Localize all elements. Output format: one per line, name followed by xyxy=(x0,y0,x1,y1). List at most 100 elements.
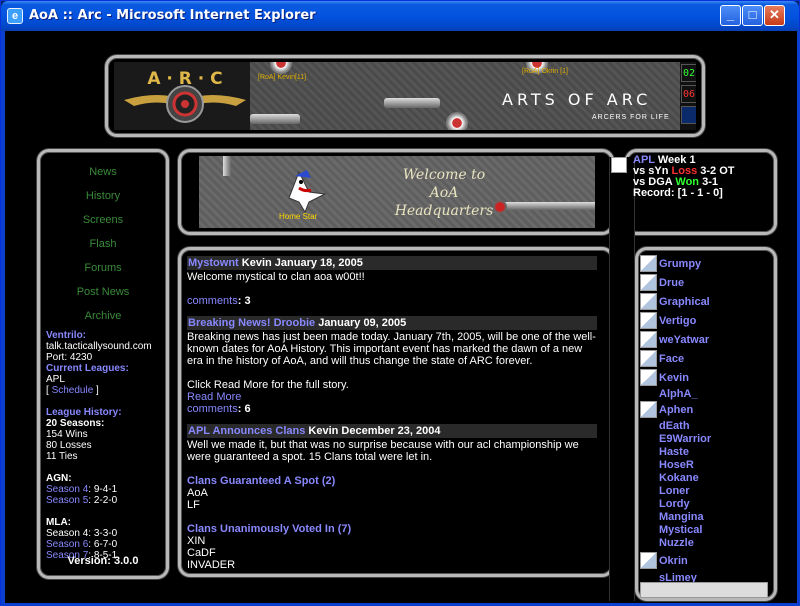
agn-season-5-link[interactable]: Season 5 xyxy=(46,495,88,506)
disc-decoration xyxy=(270,62,292,74)
current-leagues-label: Current Leagues: xyxy=(46,363,129,374)
avatar xyxy=(640,350,657,367)
nav-screens[interactable]: Screens xyxy=(40,214,166,226)
news-item: APL Announces Clans Kevin December 23, 2… xyxy=(187,424,597,571)
news-text: Well we made it, but that was no surpris… xyxy=(187,439,579,463)
schedule-link[interactable]: Schedule xyxy=(52,385,94,396)
mla-label: MLA: xyxy=(46,517,71,528)
agn-season-5: Season 5: 2-2-0 xyxy=(46,495,166,506)
member-okrin[interactable]: Okrin xyxy=(640,551,770,570)
member-mystical[interactable]: Mystical xyxy=(640,523,770,536)
member-nuzzle[interactable]: Nuzzle xyxy=(640,536,770,549)
nav-forums[interactable]: Forums xyxy=(40,262,166,274)
member-vertigo[interactable]: Vertigo xyxy=(640,311,770,330)
season-record: Record: [1 - 1 - 0] xyxy=(633,187,723,199)
news-panel: Mystownt Kevin January 18, 2005 Welcome … xyxy=(178,247,614,577)
member-name: HoseR xyxy=(659,458,694,471)
comments-link[interactable]: comments xyxy=(187,403,238,415)
news-title[interactable]: Breaking News! Droobie xyxy=(188,317,315,329)
clan-list-item: AoA xyxy=(187,487,208,499)
member-name: Nuzzle xyxy=(659,536,694,549)
member-name: E9Warrior xyxy=(659,432,712,445)
nav-archive[interactable]: Archive xyxy=(40,310,166,322)
member-name: Face xyxy=(659,352,685,365)
member-alpha[interactable]: AlphA_ xyxy=(640,387,770,400)
welcome-panel: Home Star Welcome to AoA Headquarters xyxy=(178,149,614,235)
news-byline: January 09, 2005 xyxy=(315,317,407,329)
clan-list-item: CaDF xyxy=(187,547,216,559)
news-byline: Kevin January 18, 2005 xyxy=(238,257,363,269)
comments-link[interactable]: comments xyxy=(187,295,238,307)
member-name: Loner xyxy=(659,484,690,497)
logo-text: A · R · C xyxy=(147,69,222,89)
roster-panel: Grumpy Drue Graphical Vertigo weYatwar F… xyxy=(635,247,777,601)
roster-footer-image xyxy=(640,582,768,598)
member-face[interactable]: Face xyxy=(640,349,770,368)
browser-window: e AoA :: Arc - Microsoft Internet Explor… xyxy=(0,0,800,606)
bracket-close: ] xyxy=(96,385,99,396)
member-kevin[interactable]: Kevin xyxy=(640,368,770,387)
member-aphen[interactable]: Aphen xyxy=(640,400,770,419)
agn-label: AGN: xyxy=(46,473,72,484)
member-graphical[interactable]: Graphical xyxy=(640,292,770,311)
page-viewport: A · R · C [RoA] Kevin[11] [RoA] Okrin [1… xyxy=(5,31,797,603)
news-title[interactable]: Mystownt xyxy=(188,257,239,269)
news-header: Mystownt Kevin January 18, 2005 xyxy=(187,256,597,270)
banner-player-left: [RoA] Kevin[11] xyxy=(258,74,307,81)
news-body: Breaking news has just been made today. … xyxy=(187,331,597,415)
news-header: Breaking News! Droobie January 09, 2005 xyxy=(187,316,597,330)
comments-count: : 6 xyxy=(237,403,251,415)
member-e9warrior[interactable]: E9Warrior xyxy=(640,432,770,445)
news-header: APL Announces Clans Kevin December 23, 2… xyxy=(187,424,597,438)
member-grumpy[interactable]: Grumpy xyxy=(640,254,770,273)
minimize-button[interactable]: _ xyxy=(720,5,741,26)
agn-season-4: Season 4: 9-4-1 xyxy=(46,484,166,495)
close-button[interactable]: ✕ xyxy=(764,5,785,26)
avatar xyxy=(640,255,657,272)
member-name: Lordy xyxy=(659,497,690,510)
nav-post-news[interactable]: Post News xyxy=(40,286,166,298)
member-kokane[interactable]: Kokane xyxy=(640,471,770,484)
news-text: Welcome mystical to clan aoa w00t!! xyxy=(187,271,365,283)
nav-history[interactable]: History xyxy=(40,190,166,202)
member-weyatwar[interactable]: weYatwar xyxy=(640,330,770,349)
clans-guaranteed-heading: Clans Guaranteed A Spot (2) xyxy=(187,475,336,487)
member-haste[interactable]: Haste xyxy=(640,445,770,458)
member-lordy[interactable]: Lordy xyxy=(640,497,770,510)
read-more-link[interactable]: Read More xyxy=(187,391,597,403)
member-name: Mangina xyxy=(659,510,704,523)
maximize-button[interactable]: □ xyxy=(742,5,763,26)
avatar xyxy=(640,293,657,310)
member-name: Graphical xyxy=(659,295,710,308)
member-name: AlphA_ xyxy=(659,387,698,400)
mla-season-4-label: Season 4 xyxy=(46,528,89,539)
match-results: APL Week 1 vs sYn Loss 3-2 OT vs DGA Won… xyxy=(633,155,735,199)
homestar-icon xyxy=(288,170,327,212)
title-bar[interactable]: e AoA :: Arc - Microsoft Internet Explor… xyxy=(1,1,799,31)
score-red: 06 xyxy=(681,85,696,103)
banner-player-right: [RoA] Okrin [1] xyxy=(522,68,568,75)
wins-count: 154 Wins xyxy=(46,429,88,440)
member-mangina[interactable]: Mangina xyxy=(640,510,770,523)
member-hoser[interactable]: HoseR xyxy=(640,458,770,471)
nav-news[interactable]: News xyxy=(40,166,166,178)
ventrilo-host: talk.tacticallysound.com xyxy=(46,341,152,352)
ventrilo-port: Port: 4230 xyxy=(46,352,93,363)
member-death[interactable]: dEath xyxy=(640,419,770,432)
ie-icon: e xyxy=(7,8,23,24)
ventrilo-label: Ventrilo: xyxy=(46,330,87,341)
welcome-image: Home Star Welcome to AoA Headquarters xyxy=(199,156,595,228)
welcome-line-1: Welcome to xyxy=(402,167,486,183)
member-drue[interactable]: Drue xyxy=(640,273,770,292)
member-loner[interactable]: Loner xyxy=(640,484,770,497)
member-name: Haste xyxy=(659,445,689,458)
mla-season-6-link[interactable]: Season 6 xyxy=(46,539,88,550)
news-title[interactable]: APL Announces Clans xyxy=(188,425,305,437)
news-text-2: Click Read More for the full story. xyxy=(187,379,349,391)
agn-season-5-record: : 2-2-0 xyxy=(88,495,118,506)
nav-flash[interactable]: Flash xyxy=(40,238,166,250)
league-history-label: League History: xyxy=(46,407,122,418)
league-name: APL xyxy=(46,374,65,385)
agn-season-4-link[interactable]: Season 4 xyxy=(46,484,88,495)
broken-image-icon xyxy=(611,157,627,173)
